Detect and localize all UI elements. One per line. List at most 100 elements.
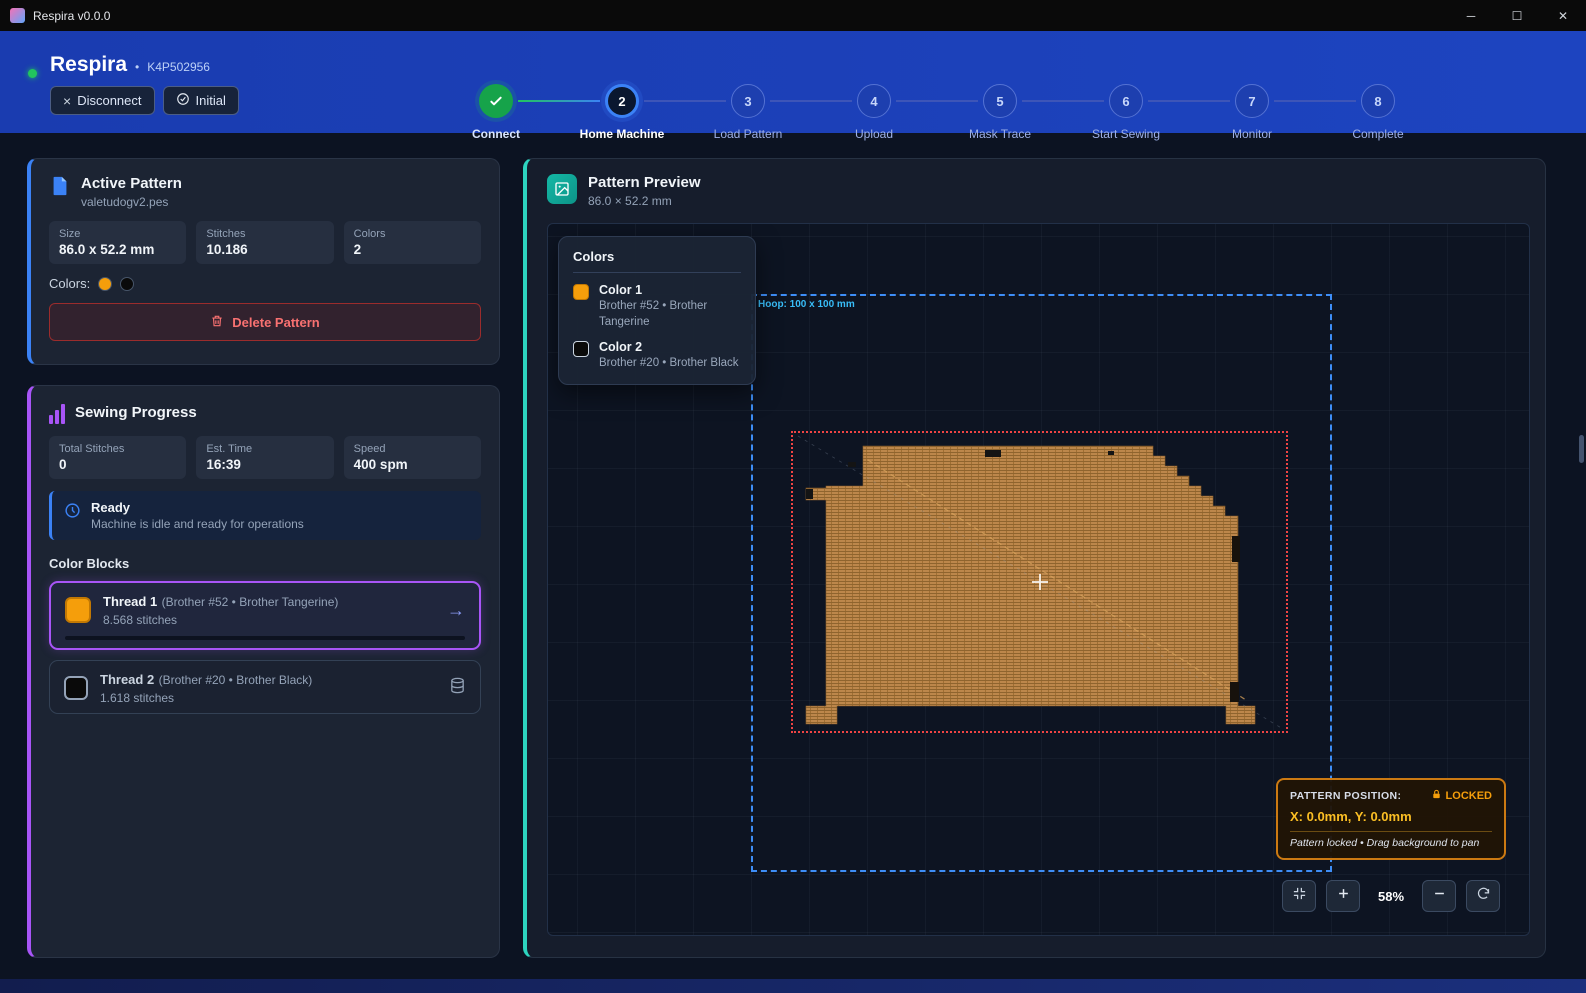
active-pattern-title: Active Pattern — [81, 175, 182, 192]
position-title: PATTERN POSITION: — [1290, 790, 1401, 802]
disconnect-label: Disconnect — [77, 93, 141, 108]
main-content: Active Pattern valetudogv2.pes Size 86.0… — [0, 133, 1586, 993]
step-label: Load Pattern — [714, 127, 783, 141]
color-dot-black — [120, 277, 134, 291]
status-title: Ready — [91, 500, 304, 515]
zoom-controls: 58% — [1282, 880, 1500, 912]
app-icon — [10, 8, 25, 23]
left-sidebar: Active Pattern valetudogv2.pes Size 86.0… — [27, 158, 500, 958]
step-label: Mask Trace — [969, 127, 1031, 141]
sewing-progress-card: Sewing Progress Total Stitches 0 Est. Ti… — [27, 385, 500, 958]
step-connect[interactable]: Connect — [433, 84, 559, 141]
preview-dimensions: 86.0 × 52.2 mm — [588, 194, 701, 208]
step-monitor[interactable]: 7 Monitor — [1189, 84, 1315, 141]
step-label: Monitor — [1232, 127, 1272, 141]
minus-icon — [1432, 886, 1447, 906]
initial-label: Initial — [196, 93, 226, 108]
document-icon — [49, 175, 71, 202]
bar-chart-icon — [49, 404, 65, 424]
colors-label: Colors: — [49, 276, 90, 291]
color-item-2[interactable]: Color 2 Brother #20 • Brother Black — [573, 340, 741, 372]
color-item-1[interactable]: Color 1 Brother #52 • Brother Tangerine — [573, 283, 741, 330]
vertical-scrollbar[interactable] — [1579, 435, 1584, 463]
step-label: Connect — [472, 127, 520, 141]
zoom-level: 58% — [1370, 889, 1412, 904]
step-start-sewing[interactable]: 6 Start Sewing — [1063, 84, 1189, 141]
step-number: 2 — [605, 84, 639, 118]
active-pattern-card: Active Pattern valetudogv2.pes Size 86.0… — [27, 158, 500, 365]
workflow-stepper: Connect 2 Home Machine 3 Load Pattern 4 … — [433, 84, 1441, 141]
thread1-progress-bar — [65, 636, 465, 640]
stat-est-time: Est. Time 16:39 — [196, 436, 333, 479]
divider — [1290, 831, 1492, 832]
titlebar: Respira v0.0.0 ─ ☐ ✕ — [0, 0, 1586, 31]
refresh-icon — [1476, 886, 1491, 906]
clock-icon — [64, 502, 81, 524]
close-button[interactable]: ✕ — [1540, 0, 1586, 31]
step-label: Complete — [1352, 127, 1403, 141]
thread1-swatch — [65, 597, 91, 623]
delete-pattern-button[interactable]: Delete Pattern — [49, 303, 481, 341]
position-coordinates: X: 0.0mm, Y: 0.0mm — [1290, 809, 1492, 824]
initial-button[interactable]: Initial — [163, 86, 239, 115]
position-hint: Pattern locked • Drag background to pan — [1290, 837, 1492, 849]
step-complete[interactable]: 8 Complete — [1315, 84, 1441, 141]
step-upload[interactable]: 4 Upload — [811, 84, 937, 141]
disconnect-button[interactable]: × Disconnect — [50, 86, 155, 115]
machine-status: Ready Machine is idle and ready for oper… — [49, 491, 481, 540]
color-dot-orange — [98, 277, 112, 291]
database-icon — [449, 677, 466, 699]
pattern-bounding-box — [791, 431, 1288, 733]
step-mask-trace[interactable]: 5 Mask Trace — [937, 84, 1063, 141]
window-controls: ─ ☐ ✕ — [1448, 0, 1586, 31]
trash-icon — [210, 314, 224, 331]
zoom-in-button[interactable] — [1326, 880, 1360, 912]
sewing-progress-title: Sewing Progress — [75, 404, 197, 421]
step-number: 3 — [731, 84, 765, 118]
window-title: Respira v0.0.0 — [33, 9, 110, 23]
fit-icon — [1292, 886, 1307, 906]
reset-view-button[interactable] — [1466, 880, 1500, 912]
maximize-button[interactable]: ☐ — [1494, 0, 1540, 31]
preview-canvas[interactable]: Colors Color 1 Brother #52 • Brother Tan… — [547, 223, 1530, 936]
stat-total-stitches: Total Stitches 0 — [49, 436, 186, 479]
thread-block-2[interactable]: Thread 2 (Brother #20 • Brother Black) 1… — [49, 660, 481, 714]
color2-swatch — [573, 341, 589, 357]
hoop-label: Hoop: 100 x 100 mm — [758, 299, 855, 310]
lock-icon — [1431, 789, 1442, 803]
color-blocks-label: Color Blocks — [49, 556, 481, 571]
step-home-machine[interactable]: 2 Home Machine — [559, 84, 685, 141]
thread-block-1[interactable]: Thread 1 (Brother #52 • Brother Tangerin… — [49, 581, 481, 650]
app-header: Respira • K4P502956 × Disconnect Initial — [0, 31, 1586, 133]
step-number: 5 — [983, 84, 1017, 118]
image-icon — [547, 174, 577, 204]
step-label: Home Machine — [580, 127, 665, 141]
status-description: Machine is idle and ready for operations — [91, 517, 304, 531]
preview-title: Pattern Preview — [588, 174, 701, 191]
stat-speed: Speed 400 spm — [344, 436, 481, 479]
arrow-right-icon: → — [447, 600, 465, 621]
connection-status-dot — [28, 69, 37, 78]
minimize-button[interactable]: ─ — [1448, 0, 1494, 31]
stat-size: Size 86.0 x 52.2 mm — [49, 221, 186, 264]
machine-serial: K4P502956 — [147, 60, 210, 74]
serial-bullet: • — [135, 60, 139, 74]
step-label: Upload — [855, 127, 893, 141]
locked-badge: LOCKED — [1431, 789, 1492, 803]
fit-view-button[interactable] — [1282, 880, 1316, 912]
step-load-pattern[interactable]: 3 Load Pattern — [685, 84, 811, 141]
x-icon: × — [63, 93, 71, 109]
step-number: 6 — [1109, 84, 1143, 118]
step-label: Start Sewing — [1092, 127, 1160, 141]
step-number: 8 — [1361, 84, 1395, 118]
zoom-out-button[interactable] — [1422, 880, 1456, 912]
footer-bar — [0, 979, 1586, 993]
app-window: Respira v0.0.0 ─ ☐ ✕ Respira • K4P502956… — [0, 0, 1586, 993]
app-title: Respira — [50, 53, 127, 77]
pattern-preview-card: Pattern Preview 86.0 × 52.2 mm Colors Co… — [523, 158, 1546, 958]
stat-colors: Colors 2 — [344, 221, 481, 264]
color1-swatch — [573, 284, 589, 300]
step-number: 4 — [857, 84, 891, 118]
pattern-position-overlay: PATTERN POSITION: LOCKED X: 0.0mm, Y: 0.… — [1276, 778, 1506, 860]
colors-panel-title: Colors — [573, 249, 741, 273]
